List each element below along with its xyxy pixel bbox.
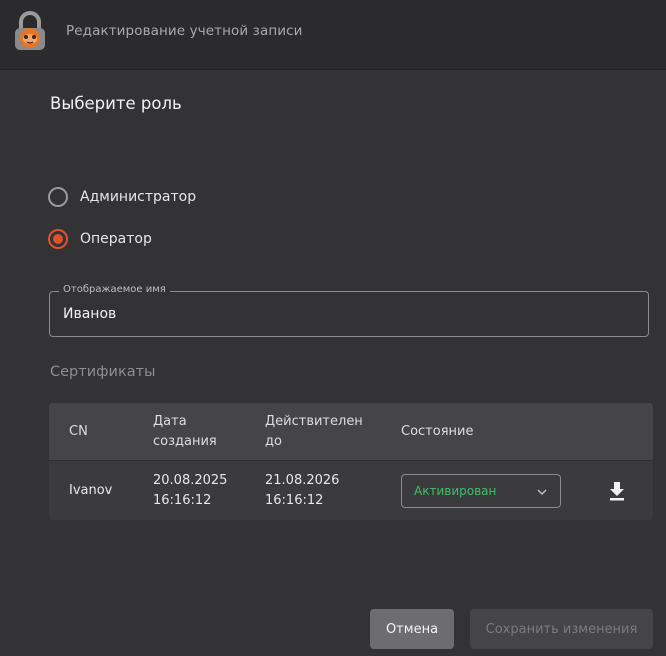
column-header-created-line1: Дата <box>153 414 187 429</box>
cell-created-date: 20.08.2025 <box>153 473 228 488</box>
cell-cn: Ivanov <box>69 483 113 498</box>
column-header-cn: CN <box>69 424 88 439</box>
save-changes-button[interactable]: Сохранить изменения <box>470 609 653 649</box>
download-icon[interactable] <box>608 481 626 501</box>
role-option-label: Оператор <box>80 231 152 247</box>
column-header-created: Дата создания <box>153 412 217 452</box>
certificates-section-title: Сертификаты <box>50 364 156 380</box>
window-title: Редактирование учетной записи <box>66 23 303 39</box>
lock-app-icon <box>15 11 45 50</box>
cell-created-time: 16:16:12 <box>153 493 212 508</box>
radio-button-unchecked[interactable] <box>48 187 68 207</box>
status-value: Активирован <box>414 484 497 498</box>
role-option-label: Администратор <box>80 189 197 205</box>
display-name-field[interactable]: Отображаемое имя <box>49 284 649 337</box>
status-select[interactable]: Активирован <box>401 474 561 508</box>
column-header-created-line2: создания <box>153 434 217 449</box>
radio-button-checked[interactable] <box>48 229 68 249</box>
cell-valid-until: 21.08.2026 16:16:12 <box>265 471 339 511</box>
column-header-valid-line2: до <box>265 434 282 449</box>
cell-valid-time: 16:16:12 <box>265 493 324 508</box>
column-header-valid-until: Действителен до <box>265 412 363 452</box>
cell-created: 20.08.2025 16:16:12 <box>153 471 227 511</box>
column-header-state: Состояние <box>401 424 474 439</box>
chevron-down-icon <box>537 489 547 496</box>
role-option-administrator[interactable]: Администратор <box>48 185 196 209</box>
role-section-title: Выберите роль <box>50 94 182 113</box>
title-bar: Редактирование учетной записи <box>0 0 666 70</box>
column-header-valid-line1: Действителен <box>265 414 363 429</box>
certificates-table: CN Дата создания Действителен до Состоян… <box>49 403 653 520</box>
cell-valid-date: 21.08.2026 <box>265 473 340 488</box>
role-option-operator[interactable]: Оператор <box>48 227 152 251</box>
display-name-input[interactable] <box>50 292 648 336</box>
table-header: CN Дата создания Действителен до Состоян… <box>49 403 653 461</box>
cancel-button[interactable]: Отмена <box>370 609 454 649</box>
